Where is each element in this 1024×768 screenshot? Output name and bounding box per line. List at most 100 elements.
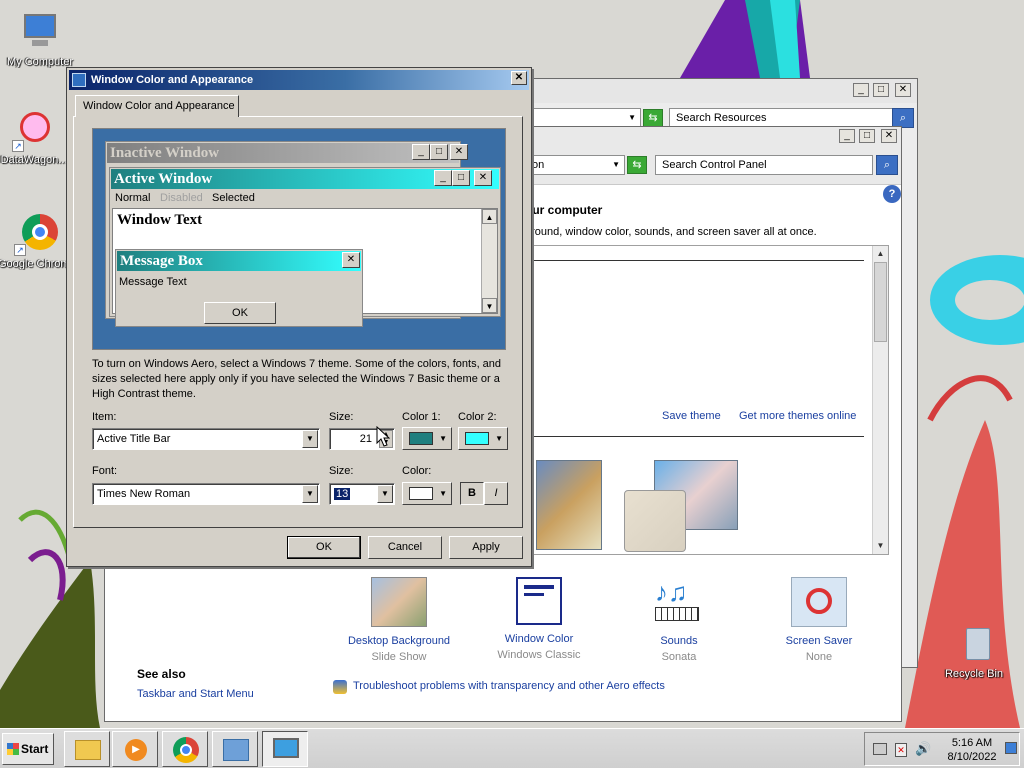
chevron-down-icon[interactable]: ▼	[302, 485, 318, 503]
dialog-titlebar[interactable]: Window Color and Appearance	[69, 70, 529, 90]
media-player-icon: ▶	[125, 739, 147, 761]
window-color-tile[interactable]: Window Color Windows Classic	[479, 577, 599, 661]
font-select[interactable]: Times New Roman ▼	[92, 483, 320, 505]
item-select[interactable]: Active Title Bar ▼	[92, 428, 320, 450]
mouse-cursor-icon	[376, 426, 390, 447]
search-icon[interactable]: ⌕	[892, 108, 914, 128]
preview-msgbox-text: Message Text	[119, 276, 187, 288]
chevron-down-icon: ▼	[495, 434, 503, 443]
close-icon: ✕	[474, 170, 492, 186]
scroll-down-icon[interactable]: ▼	[873, 538, 888, 554]
minimize-button[interactable]: _	[839, 129, 855, 143]
color1-picker[interactable]: ▼	[402, 427, 452, 450]
see-also-heading: See also	[137, 667, 186, 681]
preview-window-text: Window Text	[117, 212, 203, 228]
appearance-preview[interactable]: Inactive Window _ □ ✕ Active Window _ □ …	[92, 128, 506, 350]
close-icon[interactable]: ✕	[511, 71, 527, 85]
color2-picker[interactable]: ▼	[458, 427, 508, 450]
desktop-icon-google-chrome[interactable]: ↗ Google Chrome	[0, 212, 74, 270]
preview-message-box[interactable]: Message Box ✕ Message Text OK	[115, 249, 363, 327]
tile-subtitle: Slide Show	[371, 651, 427, 663]
close-button[interactable]: ✕	[895, 83, 911, 97]
maximize-button[interactable]: □	[873, 83, 889, 97]
address-bar[interactable]: on ▼	[525, 155, 625, 175]
troubleshoot-link[interactable]: Troubleshoot problems with transparency …	[353, 680, 665, 692]
taskbar-explorer[interactable]	[64, 731, 110, 767]
apply-button[interactable]: Apply	[449, 536, 523, 559]
search-icon[interactable]: ⌕	[876, 155, 898, 175]
desktop-background-tile[interactable]: Desktop Background Slide Show	[339, 577, 459, 663]
theme-thumbnail-selected[interactable]	[624, 490, 686, 552]
start-button[interactable]: Start	[2, 733, 54, 765]
volume-icon[interactable]: 🔊	[915, 741, 931, 757]
theme-thumbnail[interactable]	[536, 460, 602, 550]
window-color-appearance-dialog[interactable]: Window Color and Appearance ✕ Window Col…	[66, 67, 532, 567]
network-icon[interactable]	[873, 743, 887, 755]
bold-toggle[interactable]: B	[460, 482, 484, 505]
item-size-value: 21	[359, 433, 372, 445]
ok-button[interactable]: OK	[287, 536, 361, 559]
dialog-title: Window Color and Appearance	[91, 74, 254, 86]
clock-time: 5:16 AM	[951, 737, 993, 749]
taskbar-display-properties[interactable]	[262, 731, 308, 767]
windows-logo-icon	[7, 743, 19, 755]
theme-list[interactable]: Save theme Get more themes online ▲ ▼	[531, 245, 889, 555]
scroll-down-icon: ▼	[482, 298, 497, 313]
control-panel-icon	[223, 739, 249, 761]
show-desktop-icon[interactable]	[1005, 742, 1017, 754]
resources-search-input[interactable]: Search Resources	[669, 108, 895, 128]
tab-window-color[interactable]: Window Color and Appearance	[75, 95, 239, 117]
window-color-icon	[516, 577, 562, 625]
minimize-button[interactable]: _	[853, 83, 869, 97]
scroll-up-icon[interactable]: ▲	[873, 246, 888, 262]
maximize-icon: □	[430, 144, 448, 160]
close-icon: ✕	[342, 252, 360, 268]
computer-icon	[18, 10, 62, 54]
divider	[532, 436, 864, 437]
preview-msgbox-ok: OK	[204, 302, 276, 324]
preview-menu-disabled: Disabled	[160, 192, 203, 204]
chevron-down-icon[interactable]: ▼	[628, 109, 636, 127]
sounds-tile[interactable]: ♪♫ Sounds Sonata	[619, 577, 739, 663]
desktop-background-icon	[371, 577, 427, 627]
chevron-down-icon[interactable]: ▼	[377, 485, 393, 503]
resources-address-bar[interactable]: ▼	[521, 108, 641, 128]
theme-scrollbar[interactable]: ▲ ▼	[872, 246, 888, 554]
page-description: ground, window color, sounds, and screen…	[525, 226, 817, 238]
recycle-bin-icon	[952, 622, 996, 666]
maximize-button[interactable]: □	[859, 129, 875, 143]
chevron-down-icon[interactable]: ▼	[612, 156, 620, 174]
resources-scrollbar[interactable]	[901, 129, 917, 189]
taskbar-start-menu-link[interactable]: Taskbar and Start Menu	[137, 688, 254, 700]
font-color-swatch	[409, 487, 433, 500]
chevron-down-icon[interactable]: ▼	[302, 430, 318, 448]
taskbar-control-panel[interactable]	[212, 731, 258, 767]
help-icon[interactable]: ?	[883, 185, 901, 203]
refresh-icon[interactable]: ⇆	[643, 109, 663, 127]
maximize-icon: □	[452, 170, 470, 186]
screen-saver-tile[interactable]: Screen Saver None	[759, 577, 879, 663]
item-select-value: Active Title Bar	[97, 433, 171, 445]
refresh-icon[interactable]: ⇆	[627, 156, 647, 174]
scroll-thumb[interactable]	[874, 262, 887, 342]
clock[interactable]: 5:16 AM 8/10/2022	[943, 736, 1001, 764]
search-input[interactable]: Search Control Panel	[655, 155, 873, 175]
font-size-select[interactable]: 13 ▼	[329, 483, 395, 505]
desktop-icon-datawagon[interactable]: ↗ DataWagon...	[0, 108, 72, 166]
taskbar: Start ▶ ✕ 🔊 5:16 AM 8/10/2022	[0, 728, 1024, 768]
taskbar-media-player[interactable]: ▶	[112, 731, 158, 767]
close-button[interactable]: ✕	[881, 129, 897, 143]
font-color-picker[interactable]: ▼	[402, 482, 452, 505]
taskbar-chrome[interactable]	[162, 731, 208, 767]
font-size-value: 13	[334, 488, 351, 500]
chrome-center	[180, 744, 192, 756]
italic-toggle[interactable]: I	[484, 482, 508, 505]
cancel-button[interactable]: Cancel	[368, 536, 442, 559]
get-more-themes-link[interactable]: Get more themes online	[739, 410, 856, 422]
desktop-icon-my-computer[interactable]: My Computer	[2, 10, 78, 68]
action-center-icon[interactable]: ✕	[895, 743, 907, 757]
desktop-icon-recycle-bin[interactable]: Recycle Bin	[936, 622, 1012, 680]
save-theme-link[interactable]: Save theme	[662, 410, 721, 422]
item-size-label: Size:	[329, 411, 354, 423]
shortcut-arrow-icon: ↗	[14, 244, 26, 256]
